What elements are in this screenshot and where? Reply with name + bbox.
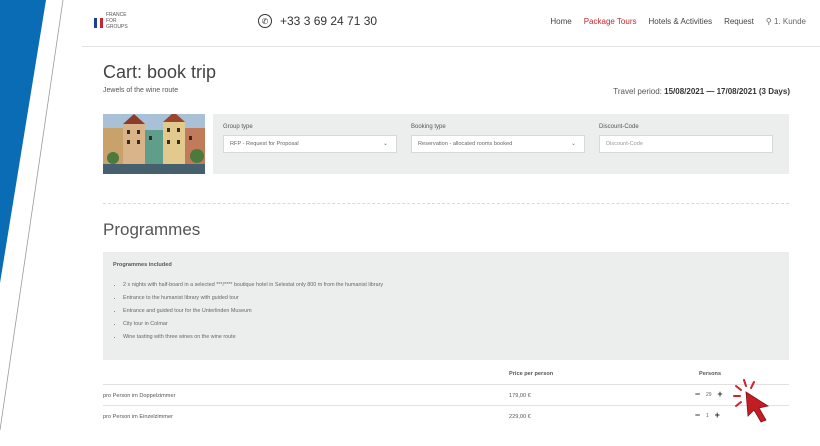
- chevron-down-icon: ⌄: [570, 141, 576, 147]
- table-row: pro Person im Einzelzimmer 229,00 € − 1 …: [103, 405, 789, 426]
- table-header: Price per person Persons: [509, 371, 722, 377]
- nav-home[interactable]: Home: [550, 17, 571, 26]
- page-title: Cart: book trip: [103, 62, 217, 82]
- travel-period: Travel period: 15/08/2021 — 17/08/2021 (…: [613, 87, 790, 96]
- user-icon: ⚲: [765, 17, 772, 26]
- phone-number[interactable]: ✆ +33 3 69 24 71 30: [258, 14, 377, 28]
- persons-stepper: − 29 +: [693, 390, 725, 399]
- programmes-heading: Programmes: [103, 220, 201, 239]
- booking-options-panel: Group type RFP - Request for Proposal ⌄ …: [213, 114, 789, 174]
- chevron-down-icon: ⌄: [382, 141, 388, 147]
- persons-value[interactable]: 29: [706, 392, 712, 398]
- brand-logo[interactable]: FRANCE FOR GROUPS: [94, 10, 128, 36]
- list-item: Entrance and guided tour for the Unterli…: [123, 305, 383, 318]
- cart-page: FRANCE FOR GROUPS ✆ +33 3 69 24 71 30 Ho…: [82, 0, 820, 446]
- persons-stepper: − 1 +: [693, 411, 722, 420]
- site-header: FRANCE FOR GROUPS ✆ +33 3 69 24 71 30 Ho…: [82, 0, 820, 47]
- list-item: Wine tasting with three wines on the win…: [123, 331, 383, 344]
- table-row: pro Person im Doppelzimmer 179,00 € − 29…: [103, 384, 789, 405]
- nav-request[interactable]: Request: [724, 17, 754, 26]
- decrement-button[interactable]: −: [693, 411, 702, 420]
- discount-code-field: Discount-Code Discount-Code: [599, 124, 773, 153]
- french-flag-icon: [94, 15, 104, 28]
- increment-button[interactable]: +: [713, 411, 722, 420]
- increment-button[interactable]: +: [716, 390, 725, 399]
- trip-thumbnail-image: [103, 114, 205, 174]
- group-type-field: Group type RFP - Request for Proposal ⌄: [223, 124, 397, 153]
- click-cursor-icon: [733, 379, 770, 423]
- programmes-included-box: Programmes included 2 x nights with half…: [103, 252, 789, 360]
- decrement-button[interactable]: −: [693, 390, 702, 399]
- nav-hotels-activities[interactable]: Hotels & Activities: [649, 17, 713, 26]
- trip-name: Jewels of the wine route: [103, 87, 179, 94]
- programme-list: 2 x nights with half-board in a selected…: [113, 279, 383, 344]
- user-menu[interactable]: ⚲ 1. Kunde: [766, 17, 806, 26]
- discount-code-input[interactable]: Discount-Code: [599, 135, 773, 153]
- main-nav: Home Package Tours Hotels & Activities R…: [550, 17, 806, 26]
- group-type-select[interactable]: RFP - Request for Proposal ⌄: [223, 135, 397, 153]
- decorative-blue-panel: [0, 0, 64, 431]
- phone-icon: ✆: [258, 14, 272, 28]
- list-item: 2 x nights with half-board in a selected…: [123, 279, 383, 292]
- booking-type-field: Booking type Reservation - allocated roo…: [411, 124, 585, 153]
- list-item: Entrance to the humanist library with gu…: [123, 292, 383, 305]
- nav-package-tours[interactable]: Package Tours: [584, 17, 637, 26]
- section-divider: [103, 203, 789, 204]
- booking-type-select[interactable]: Reservation - allocated rooms booked ⌄: [411, 135, 585, 153]
- list-item: City tour in Colmar: [123, 318, 383, 331]
- persons-value[interactable]: 1: [706, 413, 709, 419]
